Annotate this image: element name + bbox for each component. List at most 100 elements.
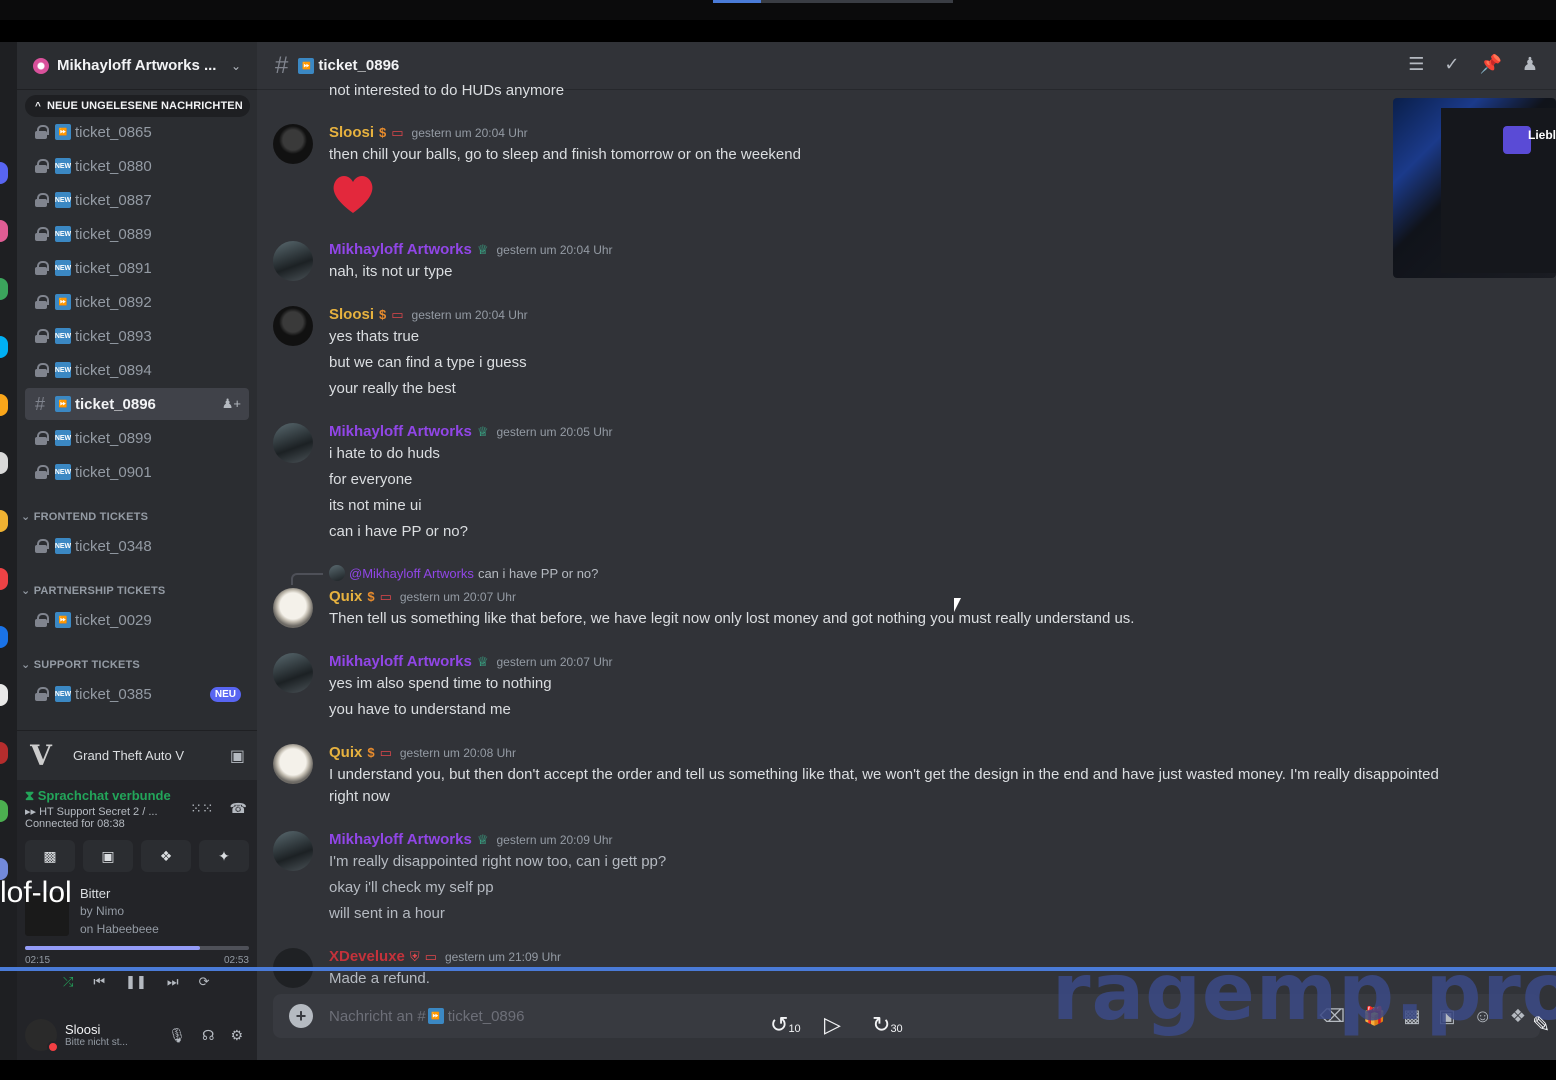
screen-share-button[interactable]: ▣ [83, 840, 133, 872]
threads-icon[interactable]: ☰ [1408, 54, 1424, 75]
fast-forward-emoji-icon: ⏩ [427, 1008, 444, 1024]
next-icon[interactable]: ⏭ [167, 974, 179, 990]
avatar[interactable] [273, 744, 313, 784]
reply-preview[interactable]: @Mikhayloff Artworks can i have PP or no… [291, 565, 598, 585]
lock-icon [35, 193, 49, 207]
message-author[interactable]: Mikhayloff Artworks [329, 241, 472, 258]
server-header[interactable]: Mikhayloff Artworks ... ⌄ [17, 42, 257, 90]
server-icon[interactable] [0, 162, 8, 184]
new-unread-messages-pill[interactable]: ^ NEUE UNGELESENE NACHRICHTEN [25, 95, 250, 117]
noise-suppression-icon[interactable]: ⁙⁙ [190, 800, 213, 817]
category-frontend[interactable]: ⌄ FRONTEND TICKETS [21, 510, 148, 523]
channel-item[interactable]: NEW ticket_0901 [25, 456, 249, 488]
server-icon[interactable] [0, 800, 8, 822]
microphone-icon[interactable]: 🎙 [168, 1027, 186, 1044]
track-progress-bar[interactable] [25, 946, 249, 950]
message-timestamp: gestern um 20:04 Uhr [411, 125, 528, 140]
activities-button[interactable]: ❖ [141, 840, 191, 872]
message-author[interactable]: Mikhayloff Artworks [329, 423, 472, 440]
category-support[interactable]: ⌄ SUPPORT TICKETS [21, 658, 140, 671]
avatar[interactable] [273, 831, 313, 871]
channel-name: ticket_0899 [75, 429, 152, 447]
channel-name: ticket_0887 [75, 191, 152, 209]
camera-off-button[interactable]: ▩ [25, 840, 75, 872]
add-attachment-icon[interactable]: + [289, 1004, 313, 1028]
previous-icon[interactable]: ⏮ [93, 974, 105, 990]
screen-share-preview[interactable]: Liebl [1393, 98, 1556, 278]
screen-share-icon[interactable]: ▣ [230, 746, 245, 766]
rewind-icon[interactable]: ↺10 [770, 1012, 801, 1038]
member-list-icon[interactable]: ♟ [1522, 54, 1538, 75]
message-timestamp: gestern um 20:04 Uhr [496, 242, 613, 257]
avatar[interactable] [273, 241, 313, 281]
category-partnership[interactable]: ⌄ PARTNERSHIP TICKETS [21, 584, 165, 597]
repeat-icon[interactable]: ⟳ [199, 974, 210, 990]
activity-panel[interactable]: V Grand Theft Auto V ▣ [17, 730, 257, 780]
message-author[interactable]: Quix [329, 588, 362, 605]
channel-item[interactable]: NEW ticket_0889 [25, 218, 249, 250]
video-bottom-bar [0, 1060, 1556, 1080]
message-author[interactable]: XDeveluxe [329, 948, 405, 965]
channel-item[interactable]: NEW ticket_0880 [25, 150, 249, 182]
add-member-icon[interactable]: ♟+ [222, 396, 241, 412]
notifications-muted-icon[interactable]: ✓ [1444, 54, 1459, 75]
avatar[interactable] [273, 653, 313, 693]
disconnect-icon[interactable]: ☎ [230, 800, 247, 817]
server-icon[interactable] [0, 684, 8, 706]
channel-name: ticket_0385 [75, 685, 152, 703]
server-icon[interactable] [0, 220, 8, 242]
channel-item[interactable]: NEW ticket_0894 [25, 354, 249, 386]
fast-forward-emoji-icon: ⏩ [55, 612, 71, 628]
chevron-up-icon: ^ [35, 100, 41, 112]
message-author[interactable]: Quix [329, 744, 362, 761]
new-emoji-icon: NEW [55, 328, 71, 344]
channel-item[interactable]: NEW ticket_0348 [25, 530, 249, 562]
channel-item[interactable]: NEW ticket_0899 [25, 422, 249, 454]
pause-icon[interactable]: ❚❚ [125, 974, 147, 990]
server-icon[interactable] [0, 626, 8, 648]
server-icon[interactable] [0, 568, 8, 590]
server-icon[interactable] [0, 452, 8, 474]
shuffle-icon[interactable]: ⤮ [63, 974, 73, 990]
video-seek-bar[interactable] [0, 967, 1556, 971]
message-text: yes thats true [329, 328, 420, 345]
server-icon[interactable] [0, 510, 8, 532]
pencil-icon[interactable]: ✎ [1532, 1012, 1550, 1038]
message-text: i hate to do huds [329, 445, 440, 462]
avatar[interactable] [273, 306, 313, 346]
avatar[interactable] [273, 423, 313, 463]
message-author[interactable]: Mikhayloff Artworks [329, 831, 472, 848]
forward-icon[interactable]: ↻30 [872, 1012, 903, 1038]
play-icon[interactable]: ▷ [824, 1012, 841, 1038]
lock-icon [35, 125, 49, 139]
channel-item[interactable]: ⏩ ticket_0029 [25, 604, 249, 636]
lock-icon [35, 159, 49, 173]
gear-icon[interactable]: ⚙ [230, 1027, 243, 1044]
server-icon[interactable] [0, 336, 8, 358]
channel-item[interactable]: NEW ticket_0891 [25, 252, 249, 284]
soundboard-button[interactable]: ✦ [199, 840, 249, 872]
pin-icon[interactable]: 📌 [1479, 54, 1501, 75]
avatar[interactable] [25, 1019, 59, 1053]
server-icon[interactable] [0, 394, 8, 416]
avatar[interactable] [273, 588, 313, 628]
message-author[interactable]: Mikhayloff Artworks [329, 653, 472, 670]
channel-item[interactable]: NEW ticket_0893 [25, 320, 249, 352]
channel-item-active[interactable]: # ⏩ ticket_0896 ♟+ [25, 388, 249, 420]
headphones-icon[interactable]: ☊ [202, 1027, 214, 1044]
channel-item[interactable]: ⏩ ticket_0892 [25, 286, 249, 318]
server-icon[interactable] [0, 742, 8, 764]
avatar[interactable] [273, 124, 313, 164]
server-icon[interactable] [0, 278, 8, 300]
message-author[interactable]: Sloosi [329, 306, 374, 323]
user-info[interactable]: Sloosi Bitte nicht st... [65, 1022, 128, 1048]
message-author[interactable]: Sloosi [329, 124, 374, 141]
channel-item[interactable]: NEW ticket_0385 NEU [25, 678, 249, 710]
message-text: Made a refund. [329, 970, 430, 987]
dollar-badge-icon: $ [379, 307, 387, 322]
channel-item[interactable]: ⏩ ticket_0865 [25, 116, 249, 148]
rewind-seconds: 10 [788, 1023, 801, 1035]
track-duration: 02:53 [223, 955, 249, 966]
channel-item[interactable]: NEW ticket_0887 [25, 184, 249, 216]
lock-icon [35, 539, 49, 553]
